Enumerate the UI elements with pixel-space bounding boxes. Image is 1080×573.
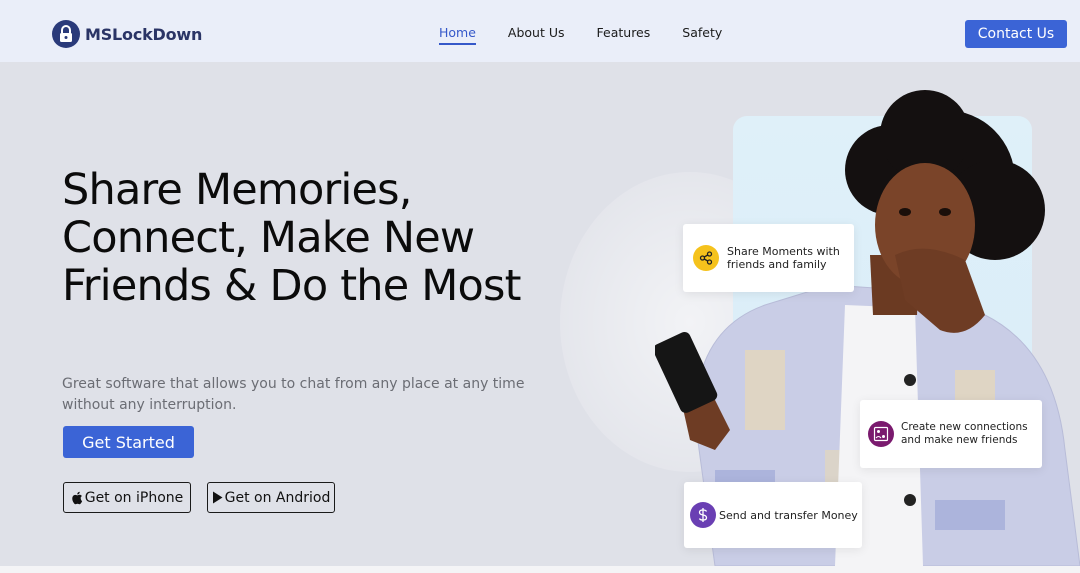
- share-icon: [693, 245, 719, 271]
- nav-home[interactable]: Home: [439, 25, 476, 45]
- feature-card-text: Send and transfer Money: [719, 508, 858, 522]
- hero-section: Share Memories, Connect, Make New Friend…: [0, 62, 1080, 566]
- hero-title: Share Memories, Connect, Make New Friend…: [62, 165, 522, 311]
- brand-logo[interactable]: MSLockDown: [52, 20, 202, 48]
- apple-icon: [71, 491, 82, 504]
- footer-strip: [0, 566, 1080, 573]
- brand-name: MSLockDown: [85, 24, 203, 44]
- nav-about-us[interactable]: About Us: [508, 25, 565, 45]
- get-on-iphone-button[interactable]: Get on iPhone: [63, 482, 191, 513]
- get-on-android-button[interactable]: Get on Andriod: [207, 482, 335, 513]
- contact-us-button[interactable]: Contact Us: [965, 20, 1067, 48]
- lock-icon: [52, 20, 80, 48]
- feature-card-text: Share Moments with friends and family: [727, 245, 840, 271]
- feature-card-connections: Create new connections and make new frie…: [860, 400, 1042, 468]
- nav-safety[interactable]: Safety: [682, 25, 722, 45]
- dollar-icon: [690, 502, 716, 528]
- iphone-label: Get on iPhone: [84, 489, 184, 506]
- hero-subtitle: Great software that allows you to chat f…: [62, 376, 525, 413]
- feature-card-share: Share Moments with friends and family: [683, 224, 854, 292]
- nav-features[interactable]: Features: [597, 25, 651, 45]
- play-store-icon: [212, 491, 223, 504]
- nav-links: Home About Us Features Safety: [439, 25, 754, 45]
- android-label: Get on Andriod: [224, 489, 331, 506]
- feature-card-money: Send and transfer Money: [684, 482, 862, 548]
- connections-icon: [868, 421, 894, 447]
- get-started-button[interactable]: Get Started: [63, 426, 194, 458]
- feature-card-text: Create new connections and make new frie…: [901, 421, 1028, 446]
- navbar: MSLockDown Home About Us Features Safety…: [0, 0, 1080, 62]
